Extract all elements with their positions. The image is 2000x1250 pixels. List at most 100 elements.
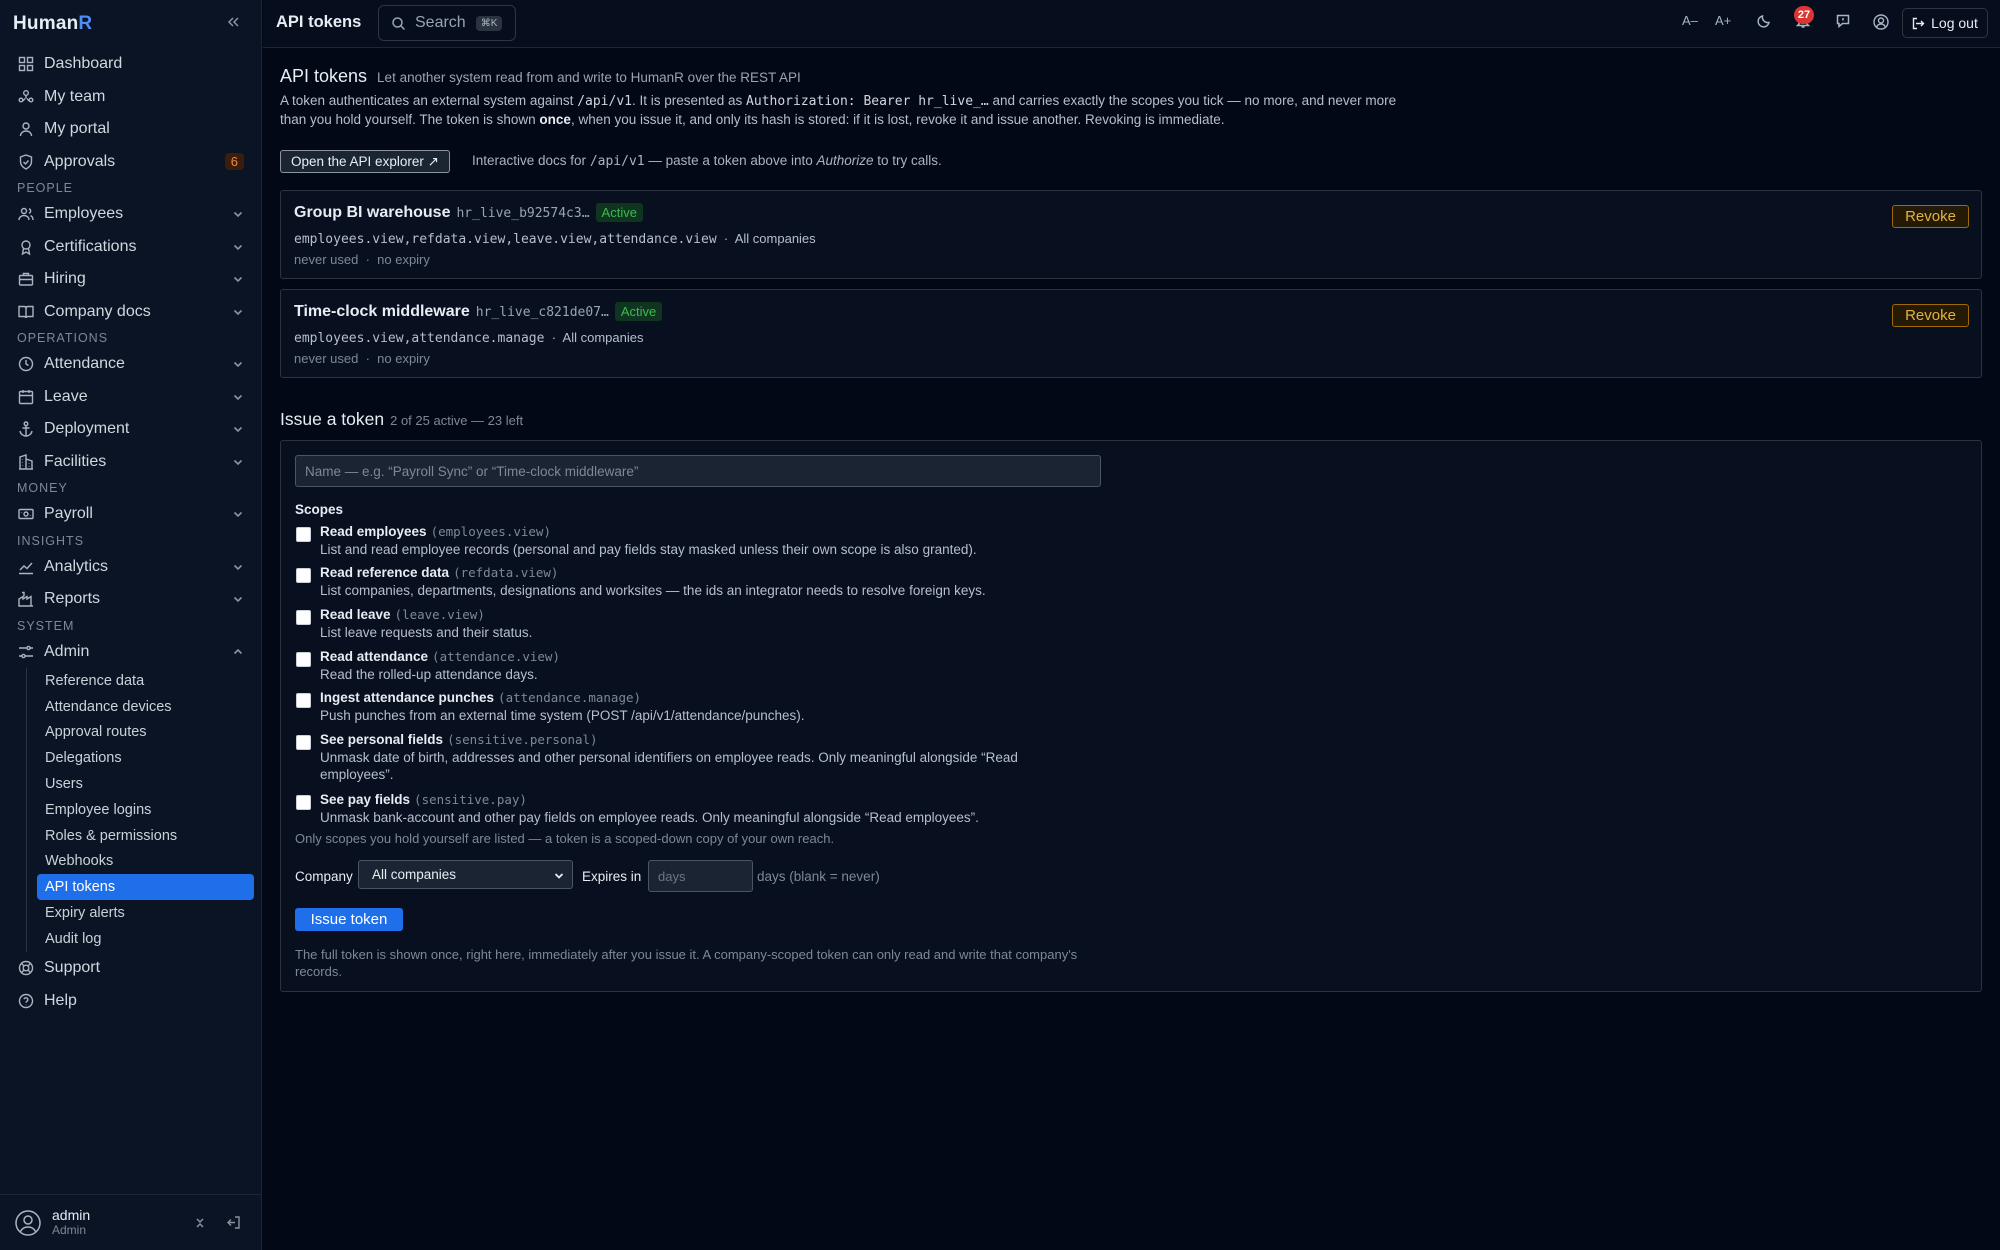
sidebar-item-support[interactable]: Support — [0, 952, 262, 985]
scope-checkbox[interactable] — [296, 795, 311, 810]
expires-note: days (blank = never) — [757, 869, 880, 884]
sidebar-item-employees[interactable]: Employees — [0, 198, 262, 231]
expires-days-input[interactable] — [648, 860, 753, 892]
heading-subtitle: Let another system read from and write t… — [377, 70, 801, 85]
token-name-input[interactable] — [295, 455, 1101, 487]
section-label-operations: OPERATIONS — [17, 331, 109, 345]
scope-description: Push punches from an external time syste… — [320, 708, 805, 723]
moon-icon[interactable] — [1756, 13, 1772, 29]
scope-code: (employees.view) — [430, 524, 551, 539]
sidebar-item-label: Reports — [44, 590, 101, 608]
sidebar-item-attendance-devices[interactable]: Attendance devices — [37, 694, 254, 720]
scope-checkbox[interactable] — [296, 610, 311, 625]
issue-heading-title: Issue a token — [280, 409, 385, 429]
account-circle-icon[interactable] — [1872, 13, 1890, 31]
sidebar-item-hiring[interactable]: Hiring — [0, 263, 262, 296]
sidebar-item-employee-logins[interactable]: Employee logins — [37, 797, 254, 823]
sidebar-item-label: Attendance — [44, 355, 125, 373]
sidebar-item-label: Approvals — [44, 152, 116, 170]
sidebar-item-company-docs[interactable]: Company docs — [0, 296, 262, 329]
people-icon — [17, 205, 35, 223]
scope-label: Read attendance — [320, 649, 429, 664]
token-scopes: employees.view,refdata.view,leave.view,a… — [294, 232, 717, 247]
sidebar-item-expiry-alerts[interactable]: Expiry alerts — [37, 900, 254, 926]
team-icon — [17, 88, 35, 106]
sidebar-item-api-tokens[interactable]: API tokens — [37, 874, 254, 901]
sidebar-item-reports[interactable]: Reports — [0, 583, 262, 616]
token-prefix: hr_live_b92574c3… — [456, 206, 590, 221]
font-decrease-button[interactable]: A– — [1682, 13, 1698, 28]
scope-description: List leave requests and their status. — [320, 625, 533, 640]
chevron-up-icon — [231, 645, 245, 659]
scope-description: Read the rolled-up attendance days. — [320, 667, 538, 682]
sign-out-icon[interactable] — [226, 1215, 241, 1230]
chevrons-up-down-icon[interactable] — [193, 1216, 207, 1230]
scope-checkbox[interactable] — [296, 693, 311, 708]
scopes-heading: Scopes — [295, 502, 344, 517]
sidebar-item-users[interactable]: Users — [37, 771, 254, 797]
sidebar-item-reference-data[interactable]: Reference data — [37, 668, 254, 694]
sidebar-item-label: My team — [44, 87, 106, 105]
search-icon — [391, 16, 406, 31]
sidebar-item-analytics[interactable]: Analytics — [0, 551, 262, 584]
company-select[interactable]: All companies — [358, 860, 573, 889]
sidebar-item-approval-routes[interactable]: Approval routes — [37, 720, 254, 746]
scope-label: Read employees — [320, 524, 427, 539]
sidebar-item-roles-permissions[interactable]: Roles & permissions — [37, 823, 254, 849]
token-card: Group BI warehouse hr_live_b92574c3… Activ… — [280, 190, 1982, 279]
collapse-sidebar-icon[interactable] — [226, 15, 240, 29]
logout-icon — [1912, 17, 1925, 30]
separator: · — [365, 252, 370, 267]
sidebar-item-admin[interactable]: Admin — [0, 636, 262, 669]
sidebar-item-label: Help — [44, 991, 77, 1009]
sidebar-item-deployment[interactable]: Deployment — [0, 413, 262, 446]
sidebar-item-certifications[interactable]: Certifications — [0, 231, 262, 264]
open-api-explorer-button[interactable]: Open the API explorer ↗ — [280, 150, 450, 173]
help-circle-icon — [17, 992, 35, 1010]
sidebar-item-audit-log[interactable]: Audit log — [37, 926, 254, 952]
sidebar-item-approvals[interactable]: Approvals 6 — [0, 146, 262, 179]
section-label-money: MONEY — [17, 481, 68, 495]
sidebar-item-dashboard[interactable]: Dashboard — [0, 48, 262, 81]
scope-code: (sensitive.pay) — [414, 792, 527, 807]
factory-icon — [17, 590, 35, 608]
chevron-down-icon — [231, 592, 245, 606]
token-expiry: no expiry — [377, 252, 430, 267]
section-label-people: PEOPLE — [17, 181, 74, 195]
sidebar-item-delegations[interactable]: Delegations — [37, 745, 254, 771]
section-label-insights: INSIGHTS — [17, 533, 85, 548]
sidebar-item-my-team[interactable]: My team — [0, 81, 262, 114]
sidebar-item-help[interactable]: Help — [0, 984, 262, 1017]
briefcase-icon — [17, 270, 35, 288]
building-icon — [17, 453, 35, 471]
scope-checkbox[interactable] — [296, 652, 311, 667]
chevron-down-icon — [231, 422, 245, 436]
revoke-button[interactable]: Revoke — [1892, 205, 1969, 228]
search-button[interactable]: Search ⌘K — [378, 5, 516, 41]
sidebar-item-webhooks[interactable]: Webhooks — [37, 849, 254, 875]
separator: · — [723, 231, 729, 246]
sidebar-item-payroll[interactable]: Payroll — [0, 498, 262, 531]
scope-code: (sensitive.personal) — [447, 732, 598, 747]
sidebar-item-my-portal[interactable]: My portal — [0, 113, 262, 146]
issue-token-button[interactable]: Issue token — [295, 908, 403, 931]
separator: · — [551, 330, 557, 345]
sidebar-item-label: Support — [44, 959, 101, 977]
token-last-used: never used — [294, 351, 359, 366]
sidebar-item-leave[interactable]: Leave — [0, 381, 262, 414]
app-logo[interactable]: HumanR — [13, 13, 92, 35]
scope-checkbox[interactable] — [296, 527, 311, 542]
logout-button[interactable]: Log out — [1902, 8, 1988, 38]
sidebar-item-label: Admin — [44, 642, 90, 660]
revoke-button[interactable]: Revoke — [1892, 304, 1969, 327]
sidebar-item-facilities[interactable]: Facilities — [0, 446, 262, 479]
scope-checkbox[interactable] — [296, 735, 311, 750]
font-increase-button[interactable]: A+ — [1715, 13, 1731, 28]
token-company: All companies — [562, 330, 644, 345]
user-menu[interactable]: admin Admin — [0, 1194, 262, 1250]
chat-icon[interactable] — [1835, 13, 1851, 29]
scope-checkbox[interactable] — [296, 568, 311, 583]
sidebar-item-attendance[interactable]: Attendance — [0, 348, 262, 381]
chevron-down-icon — [231, 240, 245, 254]
scope-description: List and read employee records (personal… — [320, 542, 977, 557]
